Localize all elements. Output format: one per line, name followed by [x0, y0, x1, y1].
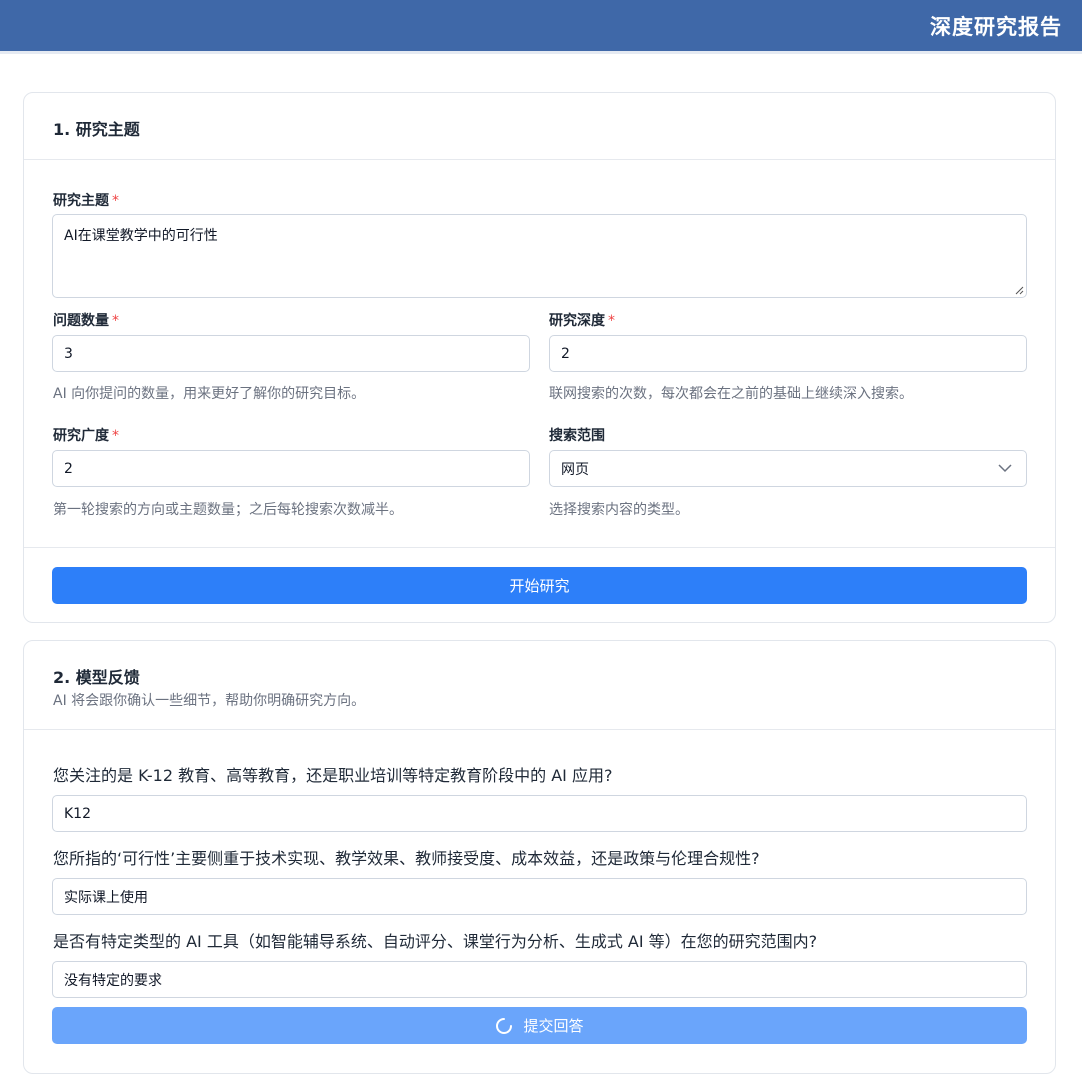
start-research-button[interactable]: 开始研究	[52, 567, 1027, 604]
section-subtitle: AI 将会跟你确认一些细节，帮助你明确研究方向。	[53, 693, 366, 709]
spinner-icon	[496, 1017, 513, 1034]
required-mark: *	[112, 428, 119, 444]
required-mark: *	[608, 313, 615, 329]
section-title: 1. 研究主题	[53, 120, 140, 139]
question-count-label: 问题数量 *	[53, 313, 119, 329]
section-title: 2. 模型反馈	[53, 668, 140, 687]
depth-input[interactable]: 2	[549, 335, 1027, 372]
depth-hint: 联网搜索的次数，每次都会在之前的基础上继续深入搜索。	[549, 386, 913, 402]
card-header: 2. 模型反馈 AI 将会跟你确认一些细节，帮助你明确研究方向。	[24, 641, 1055, 730]
resize-grip-icon[interactable]	[1015, 286, 1024, 295]
question-count-value: 3	[64, 345, 73, 362]
question-text: 您关注的是 K-12 教育、高等教育，还是职业培训等特定教育阶段中的 AI 应用…	[53, 766, 613, 785]
chevron-down-icon	[998, 464, 1012, 473]
answer-value: 实际课上使用	[64, 889, 148, 906]
app-title: 深度研究报告	[930, 14, 1062, 39]
submit-answers-button[interactable]: 提交回答	[52, 1007, 1027, 1044]
topic-textarea[interactable]: AI在课堂教学中的可行性	[52, 214, 1027, 298]
answer-value: 没有特定的要求	[64, 972, 162, 989]
divider	[24, 547, 1055, 548]
breadth-value: 2	[64, 460, 73, 477]
answer-value: K12	[64, 805, 91, 822]
required-mark: *	[112, 313, 119, 329]
topic-label: 研究主题 *	[53, 193, 119, 209]
card-header: 1. 研究主题	[24, 93, 1055, 160]
depth-value: 2	[561, 345, 570, 362]
app-header: 深度研究报告	[0, 0, 1082, 54]
scope-select[interactable]: 网页	[549, 450, 1027, 487]
breadth-label: 研究广度 *	[53, 428, 119, 444]
submit-answers-label: 提交回答	[523, 1017, 584, 1035]
answer-input[interactable]: 实际课上使用	[52, 878, 1027, 915]
required-mark: *	[112, 193, 119, 209]
topic-value: AI在课堂教学中的可行性	[64, 228, 218, 244]
scope-label: 搜索范围	[549, 428, 605, 444]
answer-input[interactable]: K12	[52, 795, 1027, 832]
breadth-input[interactable]: 2	[52, 450, 530, 487]
depth-label: 研究深度 *	[549, 313, 615, 329]
research-topic-card: 1. 研究主题 研究主题 * AI在课堂教学中的可行性 问题数量 * 3 AI 向你…	[23, 92, 1056, 623]
model-feedback-card: 2. 模型反馈 AI 将会跟你确认一些细节，帮助你明确研究方向。 您关注的是 K…	[23, 640, 1056, 1074]
scope-value: 网页	[561, 461, 589, 478]
question-text: 是否有特定类型的 AI 工具（如智能辅导系统、自动评分、课堂行为分析、生成式 A…	[53, 932, 818, 951]
question-text: 您所指的‘可行性’主要侧重于技术实现、教学效果、教师接受度、成本效益，还是政策与…	[53, 849, 760, 868]
breadth-hint: 第一轮搜索的方向或主题数量；之后每轮搜索次数减半。	[53, 502, 403, 518]
question-count-hint: AI 向你提问的数量，用来更好了解你的研究目标。	[53, 386, 366, 402]
answer-input[interactable]: 没有特定的要求	[52, 961, 1027, 998]
scope-hint: 选择搜索内容的类型。	[549, 502, 689, 518]
question-count-input[interactable]: 3	[52, 335, 530, 372]
